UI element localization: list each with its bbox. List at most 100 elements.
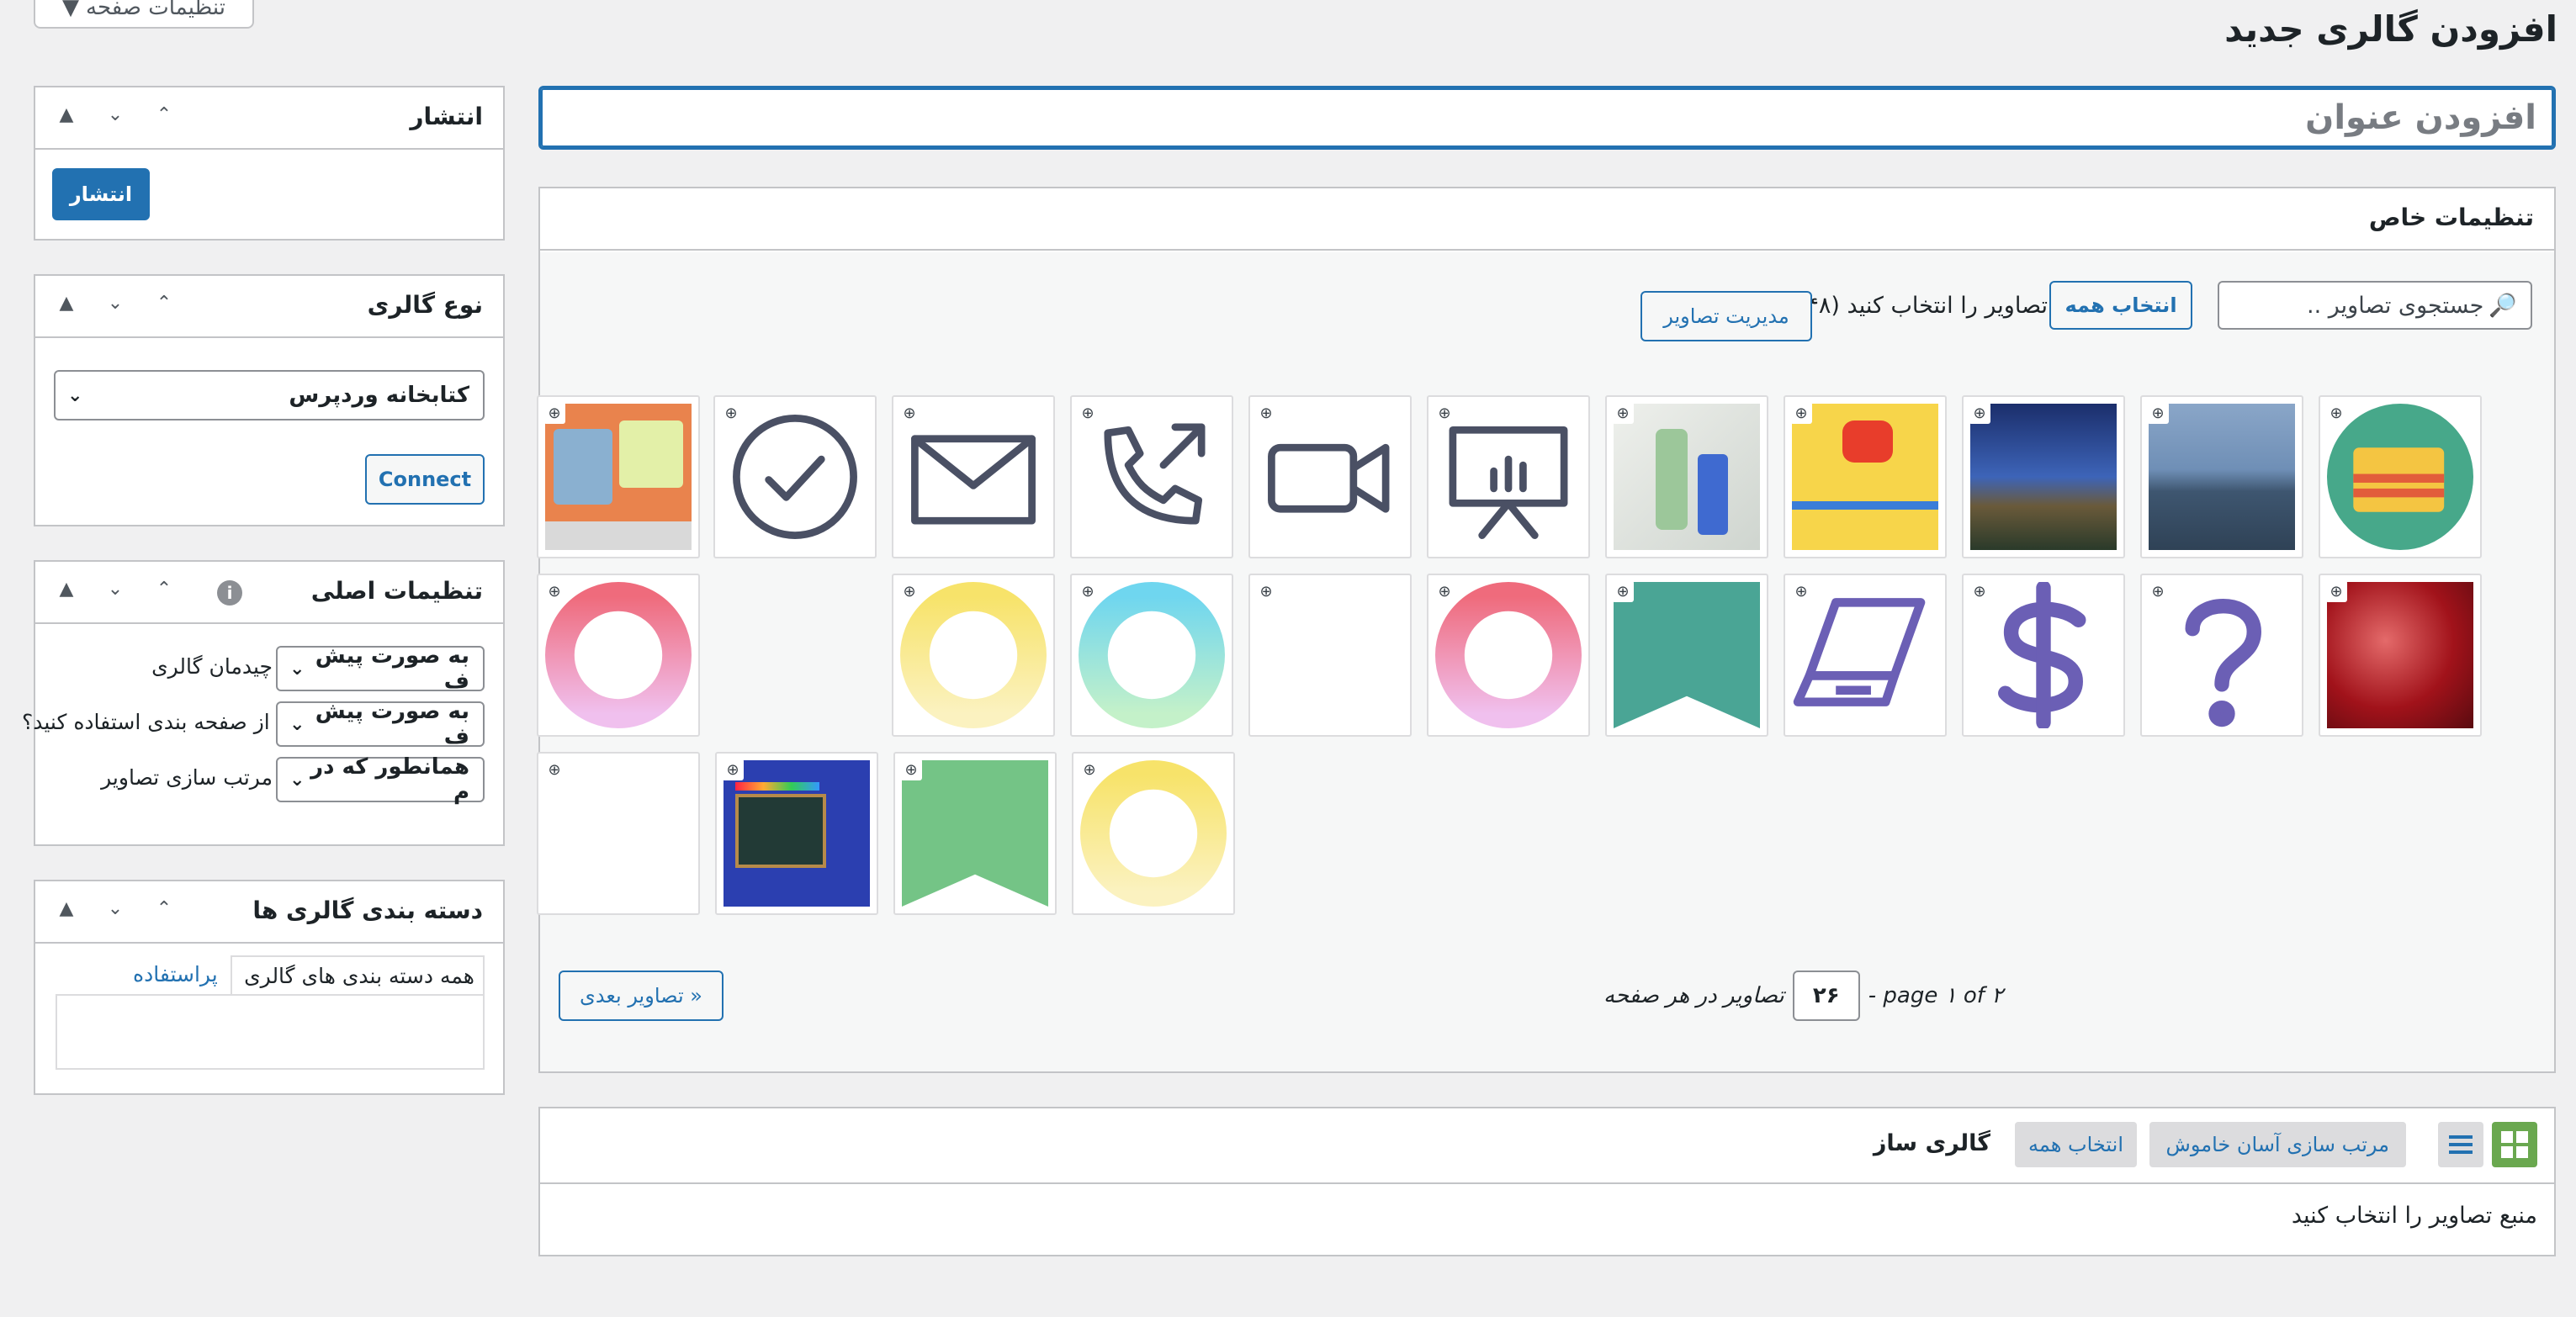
zoom-icon[interactable]: ⊕ <box>1612 580 1634 602</box>
move-up-icon[interactable]: ▲ <box>54 293 79 314</box>
next-images-button[interactable]: تصاویر بعدی » <box>559 971 724 1021</box>
image-tile-green-bookmark[interactable]: ⊕ <box>893 752 1057 915</box>
zoom-icon[interactable]: ⊕ <box>1790 580 1812 602</box>
image-tile-presentation-icon[interactable]: ⊕ <box>1427 395 1590 558</box>
chevron-down-icon: ⌄ <box>289 658 305 680</box>
zoom-icon[interactable]: ⊕ <box>898 580 920 602</box>
categories-list[interactable] <box>56 994 485 1070</box>
zoom-icon[interactable]: ⊕ <box>2147 580 2169 602</box>
list-view-icon[interactable] <box>2438 1122 2483 1167</box>
image-tile-delivery-poster[interactable]: ⊕ <box>1784 395 1947 558</box>
thumbnail-cosmetics-photo <box>1614 404 1760 550</box>
title-input[interactable]: افزودن عنوان <box>538 86 2556 150</box>
zoom-icon[interactable]: ⊕ <box>722 759 744 780</box>
collapse-icon[interactable]: ⌃ <box>151 898 177 919</box>
builder-select-all-button[interactable]: انتخاب همه <box>2014 1122 2137 1167</box>
image-tile-phone-call-icon[interactable]: ⊕ <box>1070 395 1233 558</box>
collapse-icon[interactable]: ⌃ <box>151 579 177 600</box>
pagination-select[interactable]: به صورت پیش ف ⌄ <box>276 699 485 749</box>
gallery-builder-title: گالری ساز <box>1873 1130 1990 1156</box>
image-grid: ⊕ ⊕ ⊕ ⊕ ⊕ ⊕ ⊕ ⊕ ⊕ ⊕ ⊕ ⊕ ⊕ ⊕ ⊕ ⊕ ⊕ ⊕ ⊕ ⊕ … <box>537 252 2554 1071</box>
image-tile-pink-ring-2[interactable]: ⊕ <box>537 574 700 737</box>
zoom-icon[interactable]: ⊕ <box>720 402 742 424</box>
info-icon[interactable]: i <box>217 580 242 606</box>
gallery-builder-header: مرتب سازی آسان خاموش انتخاب همه گالری سا… <box>540 1108 2554 1184</box>
thumbnail-delivery-poster <box>1792 404 1938 550</box>
zoom-icon[interactable]: ⊕ <box>1434 402 1455 424</box>
collapse-icon[interactable]: ⌃ <box>151 293 177 314</box>
per-page-input[interactable]: ۲۶ <box>1792 971 1860 1021</box>
image-tile-clothes-photo[interactable]: ⊕ <box>537 395 700 558</box>
zoom-icon[interactable]: ⊕ <box>898 402 920 424</box>
zoom-icon[interactable]: ⊕ <box>2325 580 2347 602</box>
image-tile-laptop-icon[interactable]: ⊕ <box>1784 574 1947 737</box>
zoom-icon[interactable]: ⊕ <box>900 759 922 780</box>
gallery-builder-panel: مرتب سازی آسان خاموش انتخاب همه گالری سا… <box>538 1107 2556 1256</box>
gallery-type-select[interactable]: کتابخانه وردپرس ⌄ <box>54 370 485 420</box>
image-tile-cosmetics-photo[interactable]: ⊕ <box>1605 395 1768 558</box>
gallery-layout-select[interactable]: به صورت پیش ف ⌄ <box>276 643 485 694</box>
move-up-icon[interactable]: ▲ <box>54 898 79 919</box>
zoom-icon[interactable]: ⊕ <box>1612 402 1634 424</box>
zoom-icon[interactable]: ⊕ <box>1434 580 1455 602</box>
zoom-icon[interactable]: ⊕ <box>1790 402 1812 424</box>
thumbnail-red-abstract-photo <box>2327 582 2473 728</box>
page-title: افزودن گالری جدید <box>2224 8 2557 50</box>
move-down-icon[interactable]: ⌄ <box>103 293 128 314</box>
zoom-icon[interactable]: ⊕ <box>543 759 565 780</box>
move-down-icon[interactable]: ⌄ <box>103 898 128 919</box>
zoom-icon[interactable]: ⊕ <box>543 402 565 424</box>
image-tile-wallet-image[interactable]: ⊕ <box>2319 395 2482 558</box>
collapse-icon[interactable]: ⌃ <box>151 104 177 125</box>
gallery-categories-box: دسته بندی گالری ها ▲ ⌄ ⌃ همه دسته بندی ه… <box>34 880 505 1095</box>
pagination-value: به صورت پیش ف <box>315 699 469 749</box>
zoom-icon[interactable]: ⊕ <box>1255 402 1277 424</box>
publish-button[interactable]: انتشار <box>52 168 150 220</box>
image-tile-red-abstract-photo[interactable]: ⊕ <box>2319 574 2482 737</box>
image-tile-mosque-photo[interactable]: ⊕ <box>1962 395 2125 558</box>
move-down-icon[interactable]: ⌄ <box>103 104 128 125</box>
image-tile-yellow-ring[interactable]: ⊕ <box>892 574 1055 737</box>
grid-view-icon[interactable] <box>2492 1122 2537 1167</box>
image-tile-school-poster[interactable]: ⊕ <box>715 752 878 915</box>
chevron-down-icon: ⌄ <box>289 769 305 791</box>
zoom-icon[interactable]: ⊕ <box>1077 402 1099 424</box>
easy-sort-toggle[interactable]: مرتب سازی آسان خاموش <box>2149 1122 2406 1167</box>
most-used-tab[interactable]: پراستفاده <box>133 962 218 986</box>
move-down-icon[interactable]: ⌄ <box>103 579 128 600</box>
image-tile-mail-icon[interactable]: ⊕ <box>892 395 1055 558</box>
thumbnail-school-poster <box>724 760 870 907</box>
zoom-icon[interactable]: ⊕ <box>1969 402 1990 424</box>
image-tile-blue-ring[interactable]: ⊕ <box>1070 574 1233 737</box>
move-up-icon[interactable]: ▲ <box>54 104 79 125</box>
zoom-icon[interactable]: ⊕ <box>1077 580 1099 602</box>
pagination-label: از صفحه بندی استفاده کنید؟ <box>22 710 270 734</box>
zoom-icon[interactable]: ⊕ <box>1255 580 1277 602</box>
screen-options-button[interactable]: ▼ تنظیمات صفحه <box>34 0 254 29</box>
image-tile-empty-image[interactable]: ⊕ <box>1248 574 1412 737</box>
all-categories-tab[interactable]: همه دسته بندی های گالری <box>231 955 485 994</box>
image-tile-teal-bookmark[interactable]: ⊕ <box>1605 574 1768 737</box>
thumbnail-empty-image <box>1257 582 1403 728</box>
zoom-icon[interactable]: ⊕ <box>1079 759 1100 780</box>
image-tile-dollar-icon[interactable]: ⊕ <box>1962 574 2125 737</box>
per-page-label: تصاویر در هر صفحه <box>1603 983 1784 1008</box>
image-tile-yellow-ring-2[interactable]: ⊕ <box>1072 752 1235 915</box>
zoom-icon[interactable]: ⊕ <box>2325 402 2347 424</box>
zoom-icon[interactable]: ⊕ <box>543 580 565 602</box>
image-order-select[interactable]: همانطور که در م ⌄ <box>276 754 485 805</box>
move-up-icon[interactable]: ▲ <box>54 579 79 600</box>
image-tile-empty-image-2[interactable]: ⊕ <box>537 752 700 915</box>
gallery-type-title: نوع گالری <box>367 291 483 319</box>
zoom-icon[interactable]: ⊕ <box>1969 580 1990 602</box>
gallery-type-box: نوع گالری ▲ ⌄ ⌃ کتابخانه وردپرس ⌄ Connec… <box>34 274 505 526</box>
special-settings-header: تنظیمات خاص <box>540 188 2554 251</box>
image-tile-check-circle-icon[interactable]: ⊕ <box>713 395 877 558</box>
connect-button[interactable]: Connect <box>365 454 485 505</box>
zoom-icon[interactable]: ⊕ <box>2147 402 2169 424</box>
image-tile-question-icon[interactable]: ⊕ <box>2140 574 2303 737</box>
image-tile-video-camera-icon[interactable]: ⊕ <box>1248 395 1412 558</box>
image-tile-city-photo[interactable]: ⊕ <box>2140 395 2303 558</box>
image-tile-pink-ring[interactable]: ⊕ <box>1427 574 1590 737</box>
special-settings-panel: تنظیمات خاص 🔎 جستجوی تصاویر .. انتخاب هم… <box>537 187 2556 1073</box>
